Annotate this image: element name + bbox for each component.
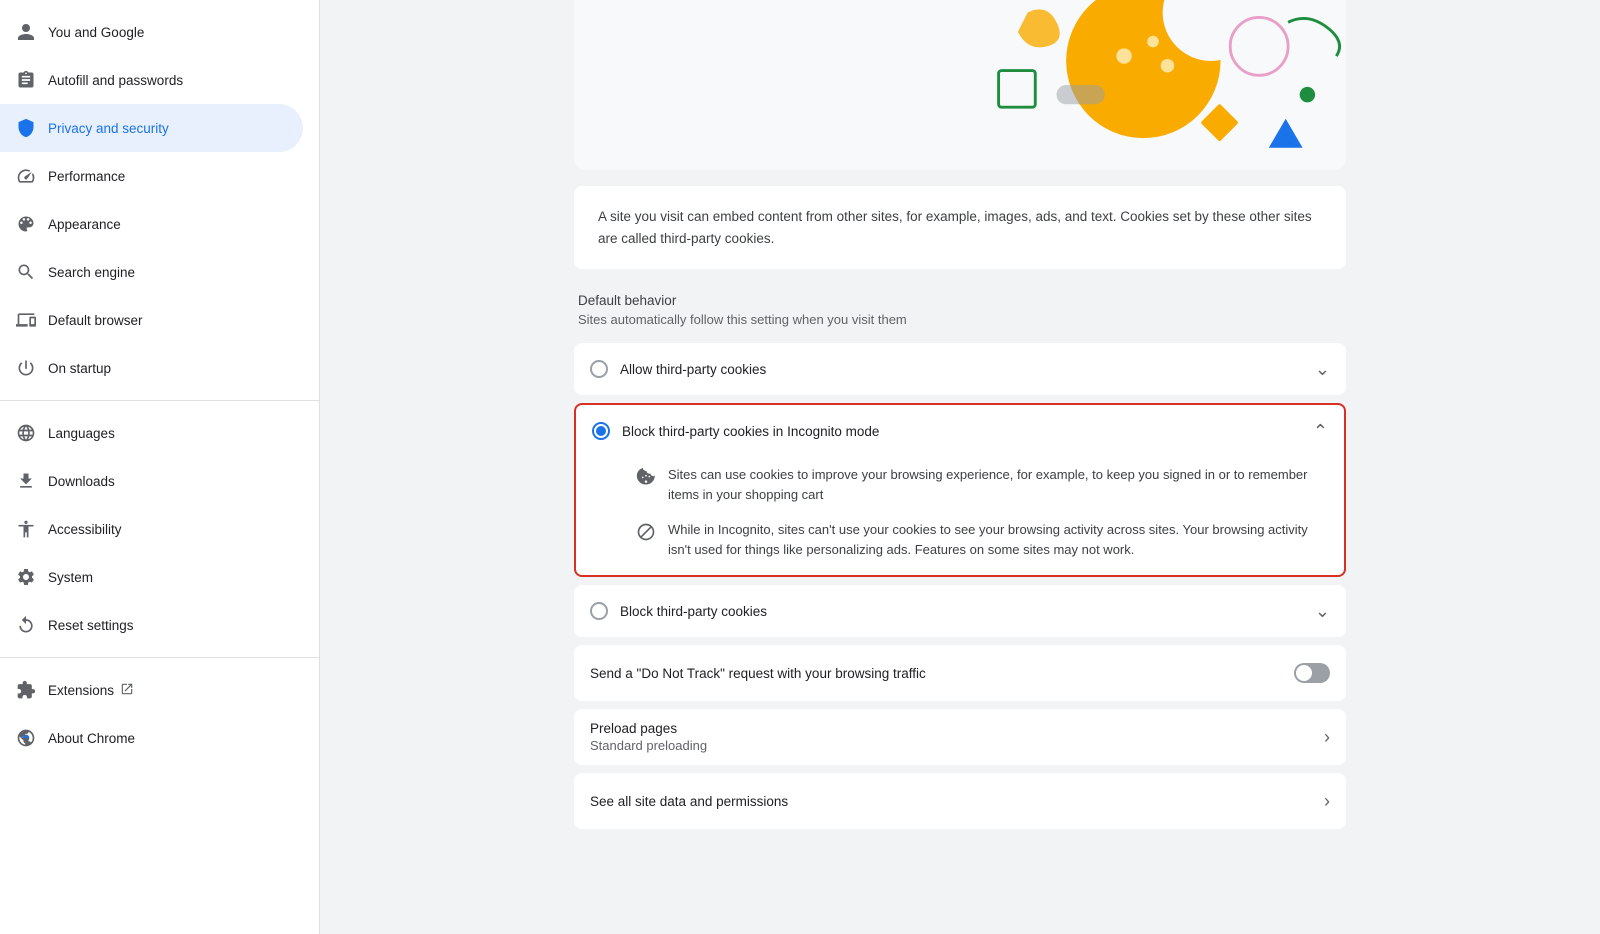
allow-third-party-header[interactable]: Allow third-party cookies ⌄: [590, 343, 1330, 395]
hero-banner: [574, 0, 1346, 170]
option-label: Block third-party cookies in Incognito m…: [622, 424, 879, 439]
assignment-icon: [16, 70, 36, 90]
preload-pages-row[interactable]: Preload pages Standard preloading ›: [574, 709, 1346, 765]
block-third-party-option[interactable]: Block third-party cookies ⌄: [574, 585, 1346, 637]
chevron-right-icon: ›: [1324, 727, 1330, 748]
settings-icon: [16, 567, 36, 587]
option-left: Block third-party cookies in Incognito m…: [592, 422, 879, 440]
sidebar-item-default-browser[interactable]: Default browser: [0, 296, 303, 344]
external-link-icon: [120, 682, 134, 699]
sidebar-item-performance[interactable]: Performance: [0, 152, 303, 200]
block-icon: [636, 522, 656, 542]
person-icon: [16, 22, 36, 42]
sidebar-item-on-startup[interactable]: On startup: [0, 344, 303, 392]
option-left: Allow third-party cookies: [590, 360, 766, 378]
download-icon: [16, 471, 36, 491]
sidebar-item-label: About Chrome: [48, 731, 135, 746]
block-incognito-option[interactable]: Block third-party cookies in Incognito m…: [574, 403, 1346, 577]
sidebar-item-languages[interactable]: Languages: [0, 409, 303, 457]
site-data-content: See all site data and permissions: [590, 794, 788, 809]
sidebar-item-label: Extensions: [48, 683, 114, 698]
speed-icon: [16, 166, 36, 186]
sidebar-item-accessibility[interactable]: Accessibility: [0, 505, 303, 553]
search-icon: [16, 262, 36, 282]
description-section: A site you visit can embed content from …: [574, 186, 1346, 269]
chevron-up-icon: ⌃: [1313, 421, 1328, 442]
block-third-party-header[interactable]: Block third-party cookies ⌄: [590, 585, 1330, 637]
sidebar-item-label: Reset settings: [48, 618, 134, 633]
sidebar-item-label: Languages: [48, 426, 115, 441]
expanded-text-block: While in Incognito, sites can't use your…: [668, 520, 1328, 559]
block-incognito-header[interactable]: Block third-party cookies in Incognito m…: [592, 405, 1328, 457]
block-incognito-expanded: Sites can use cookies to improve your br…: [592, 457, 1328, 575]
sidebar-item-label: You and Google: [48, 25, 144, 40]
chevron-down-icon: ⌄: [1315, 359, 1330, 380]
sidebar-item-appearance[interactable]: Appearance: [0, 200, 303, 248]
do-not-track-label: Send a "Do Not Track" request with your …: [590, 666, 926, 681]
site-data-title: See all site data and permissions: [590, 794, 788, 809]
option-left: Block third-party cookies: [590, 602, 767, 620]
radio-allow[interactable]: [590, 360, 608, 378]
default-behavior-title: Default behavior: [578, 293, 1342, 308]
sidebar-item-label: Privacy and security: [48, 121, 169, 136]
site-data-row[interactable]: See all site data and permissions ›: [574, 773, 1346, 829]
chevron-down-icon-2: ⌄: [1315, 601, 1330, 622]
radio-block-third-party[interactable]: [590, 602, 608, 620]
security-icon: [16, 118, 36, 138]
sidebar-item-label: Autofill and passwords: [48, 73, 183, 88]
option-label: Block third-party cookies: [620, 604, 767, 619]
sidebar-divider-1: [0, 400, 319, 401]
preload-pages-content: Preload pages Standard preloading: [590, 721, 707, 753]
accessibility-icon: [16, 519, 36, 539]
sidebar-item-label: System: [48, 570, 93, 585]
reset-icon: [16, 615, 36, 635]
sidebar-divider-2: [0, 657, 319, 658]
radio-block-incognito[interactable]: [592, 422, 610, 440]
sidebar: You and Google Autofill and passwords Pr…: [0, 0, 320, 934]
sidebar-item-downloads[interactable]: Downloads: [0, 457, 303, 505]
preload-pages-subtitle: Standard preloading: [590, 738, 707, 753]
sidebar-item-label: On startup: [48, 361, 111, 376]
option-label: Allow third-party cookies: [620, 362, 766, 377]
default-behavior-subtitle: Sites automatically follow this setting …: [578, 312, 1342, 327]
preload-pages-title: Preload pages: [590, 721, 707, 736]
palette-icon: [16, 214, 36, 234]
main-content: A site you visit can embed content from …: [320, 0, 1600, 934]
browser-icon: [16, 310, 36, 330]
cookie-icon: [636, 467, 656, 487]
sidebar-item-you-and-google[interactable]: You and Google: [0, 8, 303, 56]
sidebar-item-label: Appearance: [48, 217, 121, 232]
sidebar-item-system[interactable]: System: [0, 553, 303, 601]
sidebar-item-autofill[interactable]: Autofill and passwords: [0, 56, 303, 104]
chevron-right-icon-2: ›: [1324, 791, 1330, 812]
sidebar-item-label: Search engine: [48, 265, 135, 280]
puzzle-icon: [16, 680, 36, 700]
sidebar-item-label: Default browser: [48, 313, 143, 328]
expanded-item-cookie: Sites can use cookies to improve your br…: [636, 465, 1328, 504]
allow-third-party-option[interactable]: Allow third-party cookies ⌄: [574, 343, 1346, 395]
sidebar-item-about-chrome[interactable]: About Chrome: [0, 714, 303, 762]
expanded-item-block: While in Incognito, sites can't use your…: [636, 520, 1328, 559]
sidebar-item-privacy-security[interactable]: Privacy and security: [0, 104, 303, 152]
description-text: A site you visit can embed content from …: [598, 206, 1322, 249]
sidebar-item-label: Performance: [48, 169, 125, 184]
power-icon: [16, 358, 36, 378]
do-not-track-row: Send a "Do Not Track" request with your …: [574, 645, 1346, 701]
sidebar-item-search-engine[interactable]: Search engine: [0, 248, 303, 296]
chrome-circle-icon: [16, 728, 36, 748]
do-not-track-toggle[interactable]: [1294, 663, 1330, 683]
sidebar-item-label: Accessibility: [48, 522, 122, 537]
sidebar-item-extensions[interactable]: Extensions: [0, 666, 303, 714]
sidebar-item-label: Downloads: [48, 474, 115, 489]
sidebar-item-reset-settings[interactable]: Reset settings: [0, 601, 303, 649]
language-icon: [16, 423, 36, 443]
expanded-text-cookie: Sites can use cookies to improve your br…: [668, 465, 1328, 504]
extensions-label-wrap: Extensions: [48, 682, 134, 699]
